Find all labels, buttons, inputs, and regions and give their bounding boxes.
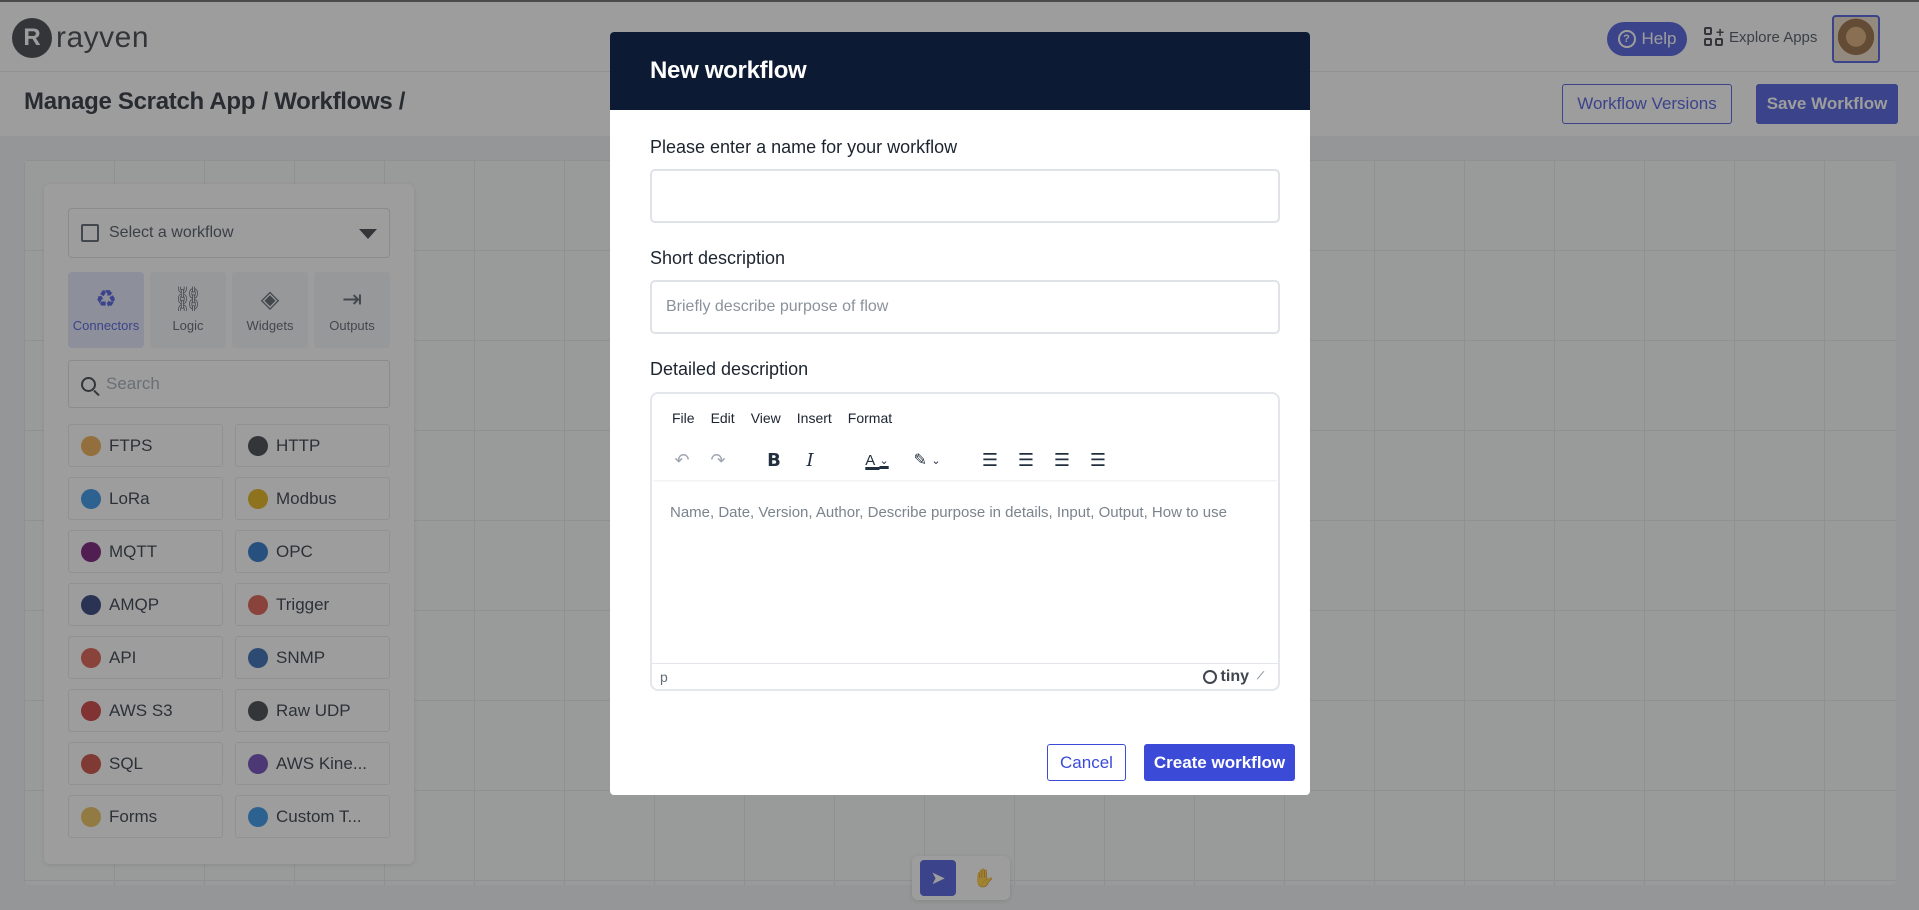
detailed-description-label: Detailed description bbox=[650, 359, 809, 379]
align-justify-icon[interactable]: ☰ bbox=[1080, 444, 1116, 476]
new-workflow-dialog: New workflow Please enter a name for you… bbox=[610, 32, 1310, 795]
text-color-icon[interactable]: A ⌄ bbox=[852, 444, 902, 476]
align-left-icon[interactable]: ☰ bbox=[972, 444, 1008, 476]
undo-icon[interactable]: ↶ bbox=[664, 444, 700, 476]
editor-menubar: File Edit View Insert Format bbox=[672, 410, 892, 426]
workflow-name-input[interactable] bbox=[650, 169, 1280, 223]
editor-statusbar: p tiny ⟋ bbox=[652, 663, 1278, 689]
redo-icon[interactable]: ↷ bbox=[700, 444, 736, 476]
menu-view[interactable]: View bbox=[751, 410, 781, 426]
menu-format[interactable]: Format bbox=[848, 410, 892, 426]
align-center-icon[interactable]: ☰ bbox=[1008, 444, 1044, 476]
editor-toolbar: ↶ ↷ B I A ⌄ ✎ ⌄ ☰ ☰ ☰ ☰ bbox=[652, 440, 1278, 480]
name-label: Please enter a name for your workflow bbox=[650, 137, 958, 157]
tiny-logo[interactable]: tiny ⟋ bbox=[1202, 667, 1264, 686]
short-description-label: Short description bbox=[650, 248, 786, 268]
cancel-button[interactable]: Cancel bbox=[1047, 744, 1126, 781]
highlight-color-icon[interactable]: ✎ ⌄ bbox=[902, 444, 952, 476]
resize-handle-icon[interactable]: ⟋ bbox=[1257, 671, 1264, 682]
align-right-icon[interactable]: ☰ bbox=[1044, 444, 1080, 476]
bold-icon[interactable]: B bbox=[756, 444, 792, 476]
tiny-logo-icon bbox=[1202, 669, 1217, 684]
menu-edit[interactable]: Edit bbox=[711, 410, 735, 426]
rich-text-editor: File Edit View Insert Format ↶ ↷ B I A ⌄… bbox=[650, 392, 1280, 691]
create-workflow-button[interactable]: Create workflow bbox=[1144, 744, 1295, 781]
element-path[interactable]: p bbox=[660, 669, 668, 685]
italic-icon[interactable]: I bbox=[792, 444, 828, 476]
tiny-brand-text: tiny bbox=[1220, 667, 1249, 685]
short-description-input[interactable] bbox=[650, 280, 1280, 334]
menu-insert[interactable]: Insert bbox=[797, 410, 832, 426]
dialog-title: New workflow bbox=[610, 32, 1310, 110]
editor-placeholder[interactable]: Name, Date, Version, Author, Describe pu… bbox=[670, 504, 1227, 521]
menu-file[interactable]: File bbox=[672, 410, 695, 426]
